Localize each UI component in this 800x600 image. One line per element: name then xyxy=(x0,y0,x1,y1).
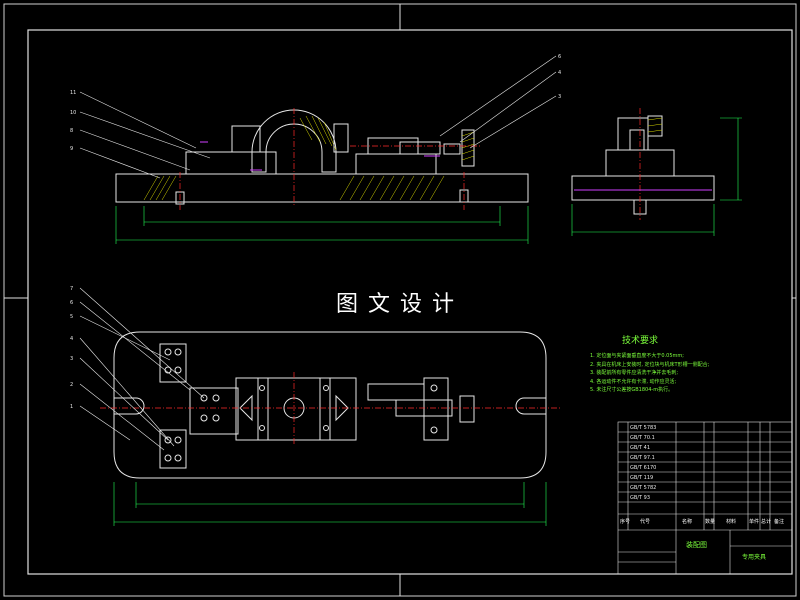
tech-item: 1. 定位面与夹紧面垂直度不大于0.05mm; xyxy=(590,353,684,359)
callout-6b: 6 xyxy=(70,300,73,306)
tech-requirements-list: 1. 定位面与夹紧面垂直度不大于0.05mm; 2. 夹具在机床上安装时, 定位… xyxy=(590,352,709,395)
callout-10: 10 xyxy=(70,110,76,116)
callout-11: 11 xyxy=(70,90,76,96)
plan-view: 7 6 5 4 3 2 1 xyxy=(70,286,560,526)
tb-part-name: 专用夹具 xyxy=(742,554,767,561)
tb-header-qty: 数量 xyxy=(705,519,716,525)
callout-8: 8 xyxy=(70,128,73,134)
callout-9: 9 xyxy=(70,146,73,152)
tb-row: GB/T 93 xyxy=(630,495,650,501)
tb-header-material: 材料 xyxy=(726,519,737,525)
tb-row: GB/T 41 xyxy=(630,445,650,451)
front-view: 11 10 8 9 6 4 3 xyxy=(70,54,561,244)
tb-row: GB/T 6170 xyxy=(630,465,657,471)
tech-item: 4. 各运动件不允许有卡滞, 动作应灵活; xyxy=(590,378,677,385)
tb-row: GB/T 70.1 xyxy=(630,435,655,441)
callout-7: 7 xyxy=(70,286,73,292)
tb-header-index: 序号 xyxy=(620,519,631,525)
tb-row: GB/T 119 xyxy=(630,475,654,481)
callout-4: 4 xyxy=(558,70,561,76)
tb-row: GB/T 97.1 xyxy=(630,455,655,461)
tb-drawing-name: 装配图 xyxy=(686,541,707,549)
tb-row: GB/T 5783 xyxy=(630,425,657,431)
callout-3: 3 xyxy=(558,94,561,100)
side-view xyxy=(571,108,742,236)
tb-header-unit: 单件 xyxy=(749,519,760,525)
tb-header-code: 代号 xyxy=(640,519,651,525)
tech-item: 2. 夹具在机床上安装时, 定位块与机床T形槽一侧配合; xyxy=(590,361,710,368)
drawing-title: 图文设计 xyxy=(336,292,465,317)
callout-1: 1 xyxy=(70,404,73,410)
tb-header-name: 名称 xyxy=(682,519,693,525)
callout-2: 2 xyxy=(70,382,73,388)
callout-5: 5 xyxy=(70,314,73,320)
callout-6: 6 xyxy=(558,54,561,60)
callout-4b: 4 xyxy=(70,336,73,342)
tb-row: GB/T 5782 xyxy=(630,485,657,491)
tb-header-remark: 备注 xyxy=(774,519,785,525)
tech-requirements-title: 技术要求 xyxy=(622,336,659,346)
hatch-workpiece xyxy=(299,115,337,151)
callout-3b: 3 xyxy=(70,356,73,362)
tech-item: 5. 未注尺寸公差按GB1804-m执行。 xyxy=(590,387,674,393)
tech-item: 3. 装配前所有零件应清洗干净并去毛刺; xyxy=(590,370,679,376)
tb-header-total: 总计 xyxy=(761,519,772,525)
